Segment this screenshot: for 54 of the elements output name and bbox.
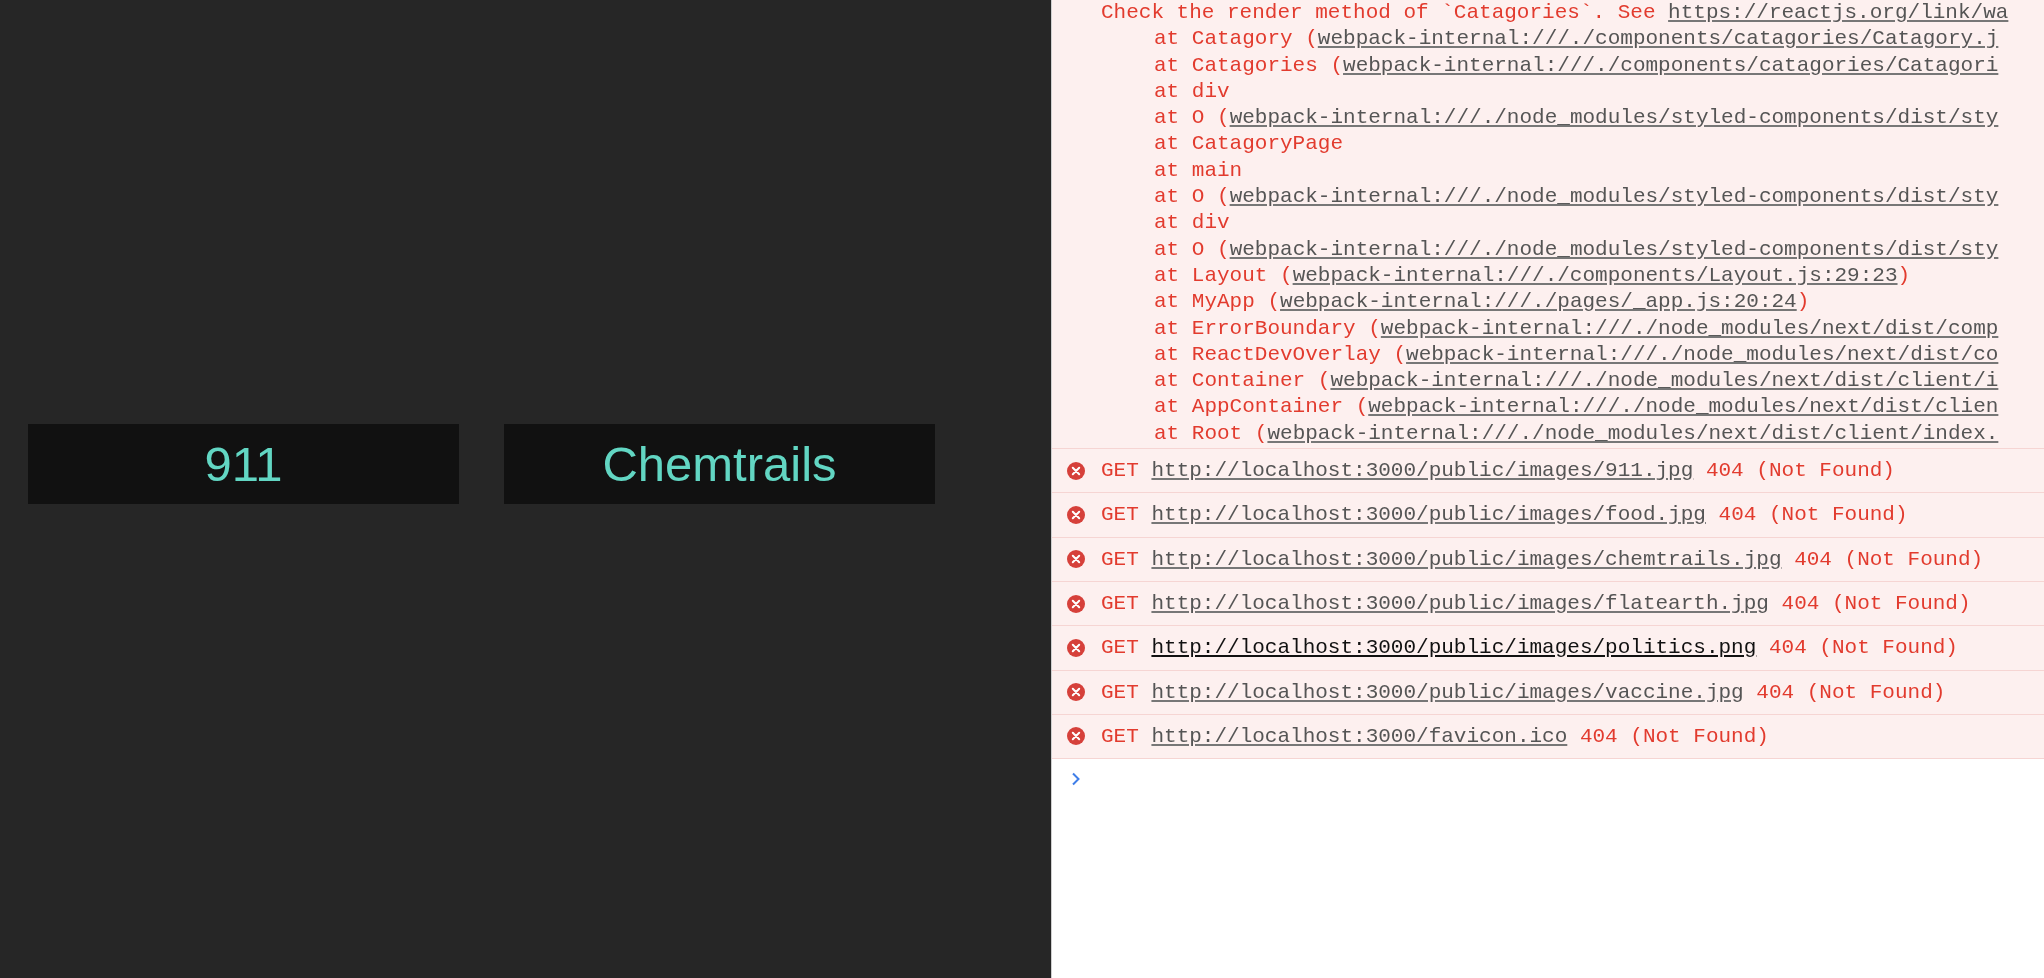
source-link[interactable]: webpack-internal:///./node_modules/next/dist/clien [1368, 395, 1999, 419]
stack-frame-line: at Layout (webpack-internal:///./components/Layout.js:29:23) [1154, 262, 1911, 289]
source-link[interactable]: webpack-internal:///./components/catagories/Catagori [1343, 53, 1999, 77]
error-message: GET http://localhost:3000/public/images/vaccine.jpg 404 (Not Found) [1101, 680, 1946, 704]
warning-text: Check the render method of `Catagories`. See https://reactjs.org/link/wa [1101, 0, 2009, 26]
stack-frame-line: at MyApp (webpack-internal:///./pages/_app.js:20:24) [1154, 289, 1810, 316]
error-message: GET http://localhost:3000/public/images/911.jpg 404 (Not Found) [1101, 459, 1895, 483]
stack-frame-line: at Catagories (webpack-internal:///./components/catagories/Catagori [1154, 52, 1999, 79]
request-url-link[interactable]: http://localhost:3000/public/images/food.jpg [1151, 503, 1706, 527]
error-message: GET http://localhost:3000/public/images/politics.png 404 (Not Found) [1101, 636, 1958, 660]
error-icon [1067, 638, 1085, 657]
stack-frame-line: at Container (webpack-internal:///./node_modules/next/dist/client/i [1154, 368, 1999, 395]
stack-frame-line: at CatagoryPage [1154, 131, 1344, 158]
request-url-link[interactable]: http://localhost:3000/public/images/911.jpg [1151, 459, 1694, 483]
source-link[interactable]: webpack-internal:///./node_modules/next/dist/comp [1380, 316, 1999, 340]
error-icon [1067, 506, 1085, 524]
stack-frame-line: at O (webpack-internal:///./node_modules/styled-components/dist/sty [1154, 236, 1999, 263]
error-message: GET http://localhost:3000/public/images/chemtrails.jpg 404 (Not Found) [1101, 547, 1984, 571]
source-link[interactable]: webpack-internal:///./node_modules/styled-components/dist/sty [1229, 237, 1999, 261]
request-url-link[interactable]: http://localhost:3000/public/images/flatearth.jpg [1151, 592, 1769, 616]
error-icon [1067, 461, 1085, 480]
error-icon [1067, 594, 1085, 613]
stack-frame-line: at ReactDevOverlay (webpack-internal:///./node_modules/next/dist/co [1154, 341, 1999, 368]
stack-frame-line: at AppContainer (webpack-internal:///./node_modules/next/dist/clien [1154, 394, 1999, 421]
stack-frame-line: at div [1154, 78, 1230, 105]
category-card[interactable]: Chemtrails [504, 424, 935, 504]
stack-frame-line: at main [1154, 157, 1243, 184]
request-url-link[interactable]: http://localhost:3000/public/images/chemtrails.jpg [1151, 547, 1782, 571]
error-icon [1067, 727, 1085, 746]
source-link[interactable]: webpack-internal:///./pages/_app.js:20:24 [1280, 290, 1797, 314]
request-url-link[interactable]: http://localhost:3000/public/images/politics.png [1151, 636, 1757, 660]
source-link[interactable]: webpack-internal:///./node_modules/next/dist/co [1406, 342, 1999, 366]
stack-frame-line: at Root (webpack-internal:///./node_modules/next/dist/client/index. [1154, 420, 1999, 447]
request-url-link[interactable]: http://localhost:3000/favicon.ico [1151, 724, 1568, 748]
source-link[interactable]: webpack-internal:///./node_modules/styled-components/dist/sty [1229, 106, 1999, 130]
category-card[interactable]: 911 [28, 424, 459, 504]
error-message: GET http://localhost:3000/public/images/flatearth.jpg 404 (Not Found) [1101, 592, 1971, 616]
stack-frame-line: at Catagory (webpack-internal:///./components/catagories/Catagory.j [1154, 26, 1999, 53]
source-link[interactable]: webpack-internal:///./node_modules/next/dist/client/index. [1267, 421, 1999, 445]
source-link[interactable]: webpack-internal:///./node_modules/next/dist/client/i [1330, 369, 1999, 393]
stack-frame-line: at ErrorBoundary (webpack-internal:///./node_modules/next/dist/comp [1154, 315, 1999, 342]
stack-frame-line: at O (webpack-internal:///./node_modules/styled-components/dist/sty [1154, 105, 1999, 132]
source-link[interactable]: webpack-internal:///./components/catagories/Catagory.j [1317, 27, 1999, 51]
stack-frame-line: at O (webpack-internal:///./node_modules/styled-components/dist/sty [1154, 184, 1999, 211]
error-message: GET http://localhost:3000/favicon.ico 404 (Not Found) [1101, 724, 1769, 748]
request-url-link[interactable]: http://localhost:3000/public/images/vaccine.jpg [1151, 680, 1744, 704]
source-link[interactable]: https://reactjs.org/link/wa [1668, 1, 2009, 24]
prompt-chevron-icon [1071, 772, 1081, 787]
error-icon [1067, 683, 1085, 702]
error-message: GET http://localhost:3000/public/images/food.jpg 404 (Not Found) [1101, 503, 1908, 527]
error-icon [1067, 550, 1085, 569]
source-link[interactable]: webpack-internal:///./components/Layout.js:29:23 [1292, 263, 1898, 287]
stack-frame-line: at div [1154, 210, 1230, 237]
source-link[interactable]: webpack-internal:///./node_modules/styled-components/dist/sty [1229, 185, 1999, 209]
